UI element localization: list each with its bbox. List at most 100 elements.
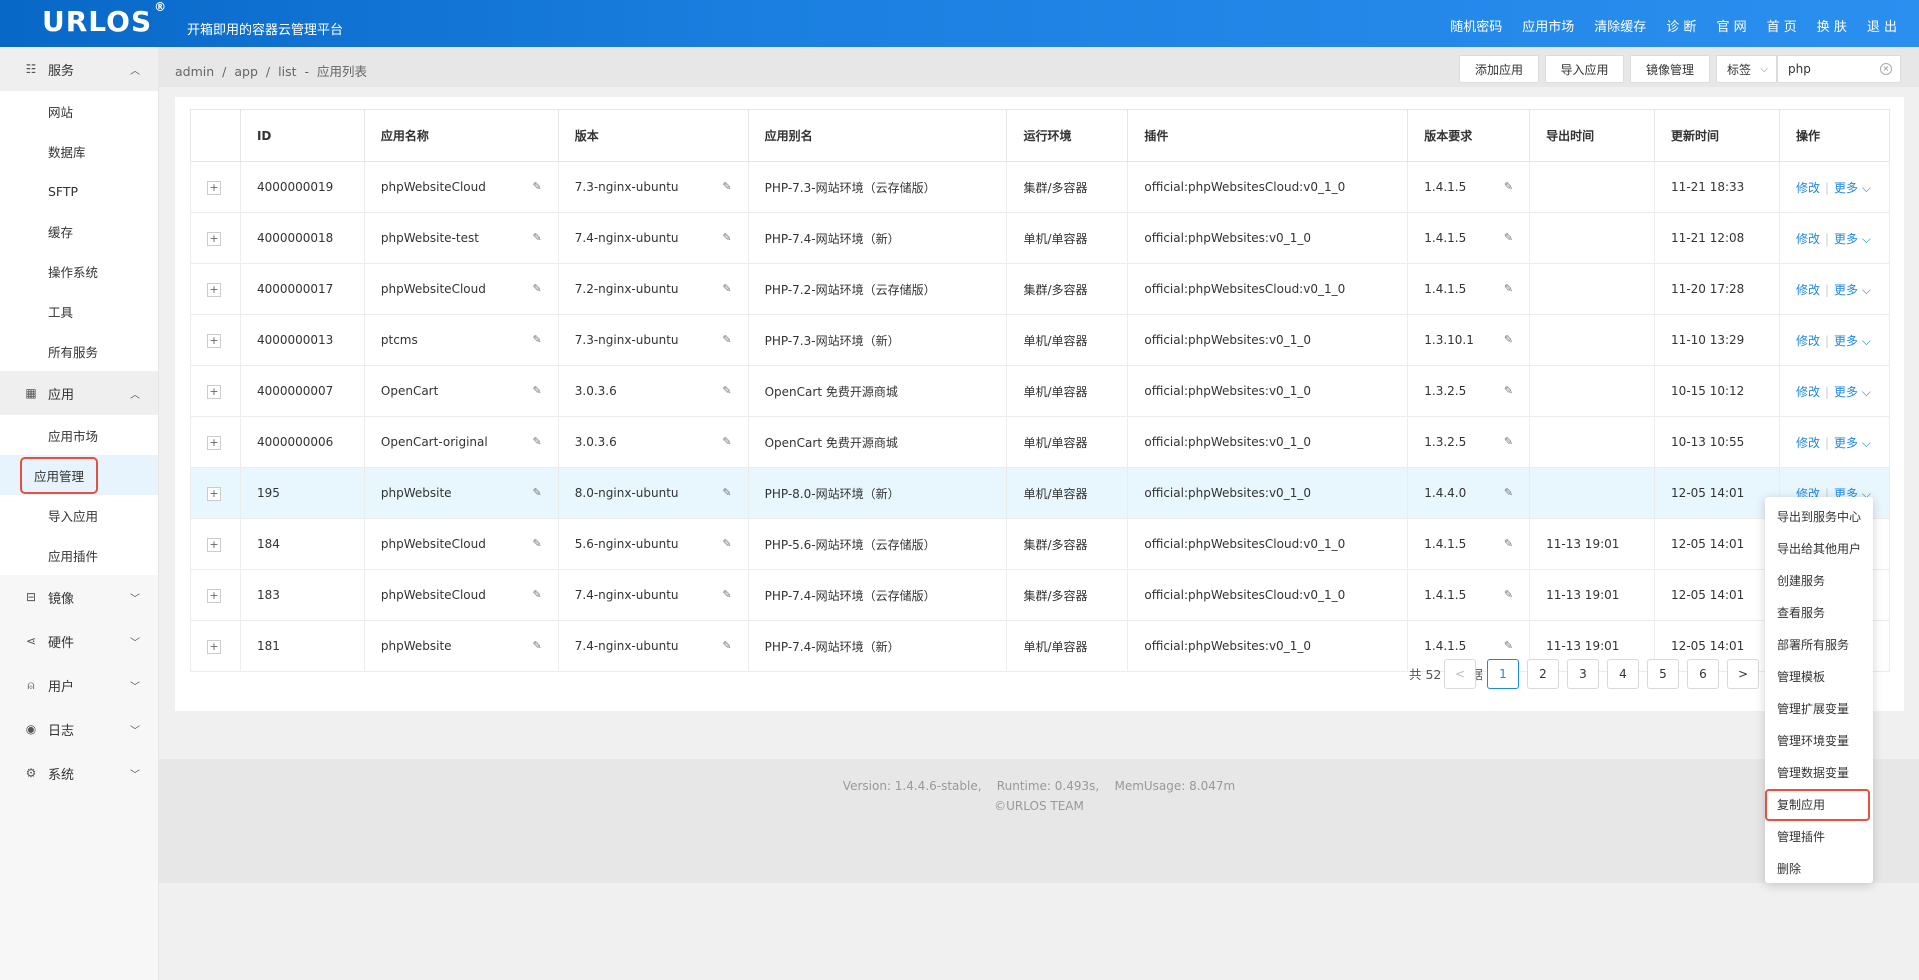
sidebar-item[interactable]: 操作系统 [0, 251, 158, 291]
sidebar-group[interactable]: ⍝ 用户 ﹀ [0, 663, 158, 707]
edit-pencil-icon[interactable]: ✎ [533, 537, 542, 550]
sidebar-item[interactable]: 导入应用 [0, 495, 158, 535]
search-input[interactable]: php × [1777, 55, 1901, 83]
top-nav-item[interactable]: 应用市场 [1522, 16, 1574, 35]
edit-pencil-icon[interactable]: ✎ [722, 384, 731, 397]
tag-select[interactable]: 标签 ⌵ [1716, 55, 1777, 83]
image-mgmt-button[interactable]: 镜像管理 [1630, 55, 1710, 83]
edit-pencil-icon[interactable]: ✎ [722, 333, 731, 346]
dropdown-item[interactable]: 导出到服务中心 [1765, 501, 1873, 533]
edit-pencil-icon[interactable]: ✎ [1504, 180, 1513, 193]
expand-button[interactable]: + [207, 537, 221, 552]
edit-pencil-icon[interactable]: ✎ [722, 486, 731, 499]
expand-button[interactable]: + [207, 282, 221, 297]
page-button[interactable]: 1 [1487, 659, 1519, 689]
dropdown-item[interactable]: 删除 [1765, 853, 1873, 885]
expand-button[interactable]: + [207, 384, 221, 399]
page-button[interactable]: 5 [1647, 659, 1679, 689]
edit-pencil-icon[interactable]: ✎ [533, 384, 542, 397]
more-dropdown-trigger[interactable]: 更多 [1834, 181, 1858, 195]
edit-pencil-icon[interactable]: ✎ [533, 486, 542, 499]
dropdown-item[interactable]: 管理模板 [1765, 661, 1873, 693]
edit-pencil-icon[interactable]: ✎ [533, 282, 542, 295]
dropdown-item[interactable]: 管理环境变量 [1765, 725, 1873, 757]
top-nav-item[interactable]: 首 页 [1767, 16, 1797, 35]
expand-button[interactable]: + [207, 231, 221, 246]
edit-pencil-icon[interactable]: ✎ [722, 639, 731, 652]
sidebar-group[interactable]: ⚙ 系统 ﹀ [0, 751, 158, 795]
dropdown-item[interactable]: 导出给其他用户 [1765, 533, 1873, 565]
top-nav-item[interactable]: 官 网 [1716, 16, 1746, 35]
edit-link[interactable]: 修改 [1796, 436, 1820, 450]
edit-pencil-icon[interactable]: ✎ [533, 333, 542, 346]
sidebar-item[interactable]: 网站 [0, 91, 158, 131]
sidebar-group[interactable]: ⋖ 硬件 ﹀ [0, 619, 158, 663]
edit-pencil-icon[interactable]: ✎ [1504, 537, 1513, 550]
edit-pencil-icon[interactable]: ✎ [533, 639, 542, 652]
sidebar-item[interactable]: 应用插件 [0, 535, 158, 575]
logo[interactable]: URLOS ® [42, 0, 167, 38]
edit-pencil-icon[interactable]: ✎ [533, 180, 542, 193]
clear-icon[interactable]: × [1880, 63, 1892, 75]
expand-button[interactable]: + [207, 639, 221, 654]
edit-pencil-icon[interactable]: ✎ [533, 588, 542, 601]
sidebar-item[interactable]: SFTP [0, 171, 158, 211]
edit-link[interactable]: 修改 [1796, 385, 1820, 399]
more-dropdown-trigger[interactable]: 更多 [1834, 334, 1858, 348]
edit-pencil-icon[interactable]: ✎ [1504, 435, 1513, 448]
dropdown-item[interactable]: 创建服务 [1765, 565, 1873, 597]
next-page-button[interactable]: > [1727, 659, 1759, 689]
edit-link[interactable]: 修改 [1796, 334, 1820, 348]
edit-pencil-icon[interactable]: ✎ [1504, 282, 1513, 295]
edit-pencil-icon[interactable]: ✎ [1504, 588, 1513, 601]
edit-pencil-icon[interactable]: ✎ [722, 588, 731, 601]
sidebar-item[interactable]: 应用管理 [0, 455, 158, 495]
edit-pencil-icon[interactable]: ✎ [1504, 231, 1513, 244]
page-button[interactable]: 3 [1567, 659, 1599, 689]
sidebar-item[interactable]: 数据库 [0, 131, 158, 171]
more-dropdown-trigger[interactable]: 更多 [1834, 436, 1858, 450]
top-nav-item[interactable]: 清除缓存 [1594, 16, 1646, 35]
top-nav-item[interactable]: 退 出 [1867, 16, 1897, 35]
edit-pencil-icon[interactable]: ✎ [1504, 486, 1513, 499]
edit-pencil-icon[interactable]: ✎ [533, 435, 542, 448]
dropdown-item[interactable]: 管理扩展变量 [1765, 693, 1873, 725]
edit-link[interactable]: 修改 [1796, 283, 1820, 297]
sidebar-item[interactable]: 缓存 [0, 211, 158, 251]
edit-pencil-icon[interactable]: ✎ [1504, 333, 1513, 346]
edit-pencil-icon[interactable]: ✎ [722, 435, 731, 448]
top-nav-item[interactable]: 诊 断 [1666, 16, 1696, 35]
page-button[interactable]: 4 [1607, 659, 1639, 689]
expand-button[interactable]: + [207, 435, 221, 450]
edit-pencil-icon[interactable]: ✎ [722, 180, 731, 193]
top-nav-item[interactable]: 换 肤 [1817, 16, 1847, 35]
more-dropdown-trigger[interactable]: 更多 [1834, 232, 1858, 246]
expand-button[interactable]: + [207, 180, 221, 195]
dropdown-item[interactable]: 复制应用 [1765, 789, 1873, 821]
edit-pencil-icon[interactable]: ✎ [722, 231, 731, 244]
edit-pencil-icon[interactable]: ✎ [533, 231, 542, 244]
expand-button[interactable]: + [207, 486, 221, 501]
top-nav-item[interactable]: 随机密码 [1450, 16, 1502, 35]
edit-link[interactable]: 修改 [1796, 181, 1820, 195]
page-button[interactable]: 2 [1527, 659, 1559, 689]
edit-pencil-icon[interactable]: ✎ [1504, 639, 1513, 652]
edit-pencil-icon[interactable]: ✎ [1504, 384, 1513, 397]
expand-button[interactable]: + [207, 333, 221, 348]
sidebar-group[interactable]: ◉ 日志 ﹀ [0, 707, 158, 751]
edit-pencil-icon[interactable]: ✎ [722, 537, 731, 550]
page-button[interactable]: 6 [1687, 659, 1719, 689]
edit-pencil-icon[interactable]: ✎ [722, 282, 731, 295]
add-app-button[interactable]: 添加应用 [1459, 55, 1539, 83]
expand-button[interactable]: + [207, 588, 221, 603]
dropdown-item[interactable]: 管理数据变量 [1765, 757, 1873, 789]
sidebar-item[interactable]: 应用市场 [0, 415, 158, 455]
import-app-button[interactable]: 导入应用 [1545, 55, 1624, 83]
sidebar-group[interactable]: ⊟ 镜像 ﹀ [0, 575, 158, 619]
sidebar-item[interactable]: 所有服务 [0, 331, 158, 371]
edit-link[interactable]: 修改 [1796, 232, 1820, 246]
more-dropdown-trigger[interactable]: 更多 [1834, 283, 1858, 297]
more-dropdown-trigger[interactable]: 更多 [1834, 385, 1858, 399]
sidebar-group[interactable]: ☷ 服务 ︿ [0, 47, 158, 91]
prev-page-button[interactable]: < [1444, 659, 1476, 689]
